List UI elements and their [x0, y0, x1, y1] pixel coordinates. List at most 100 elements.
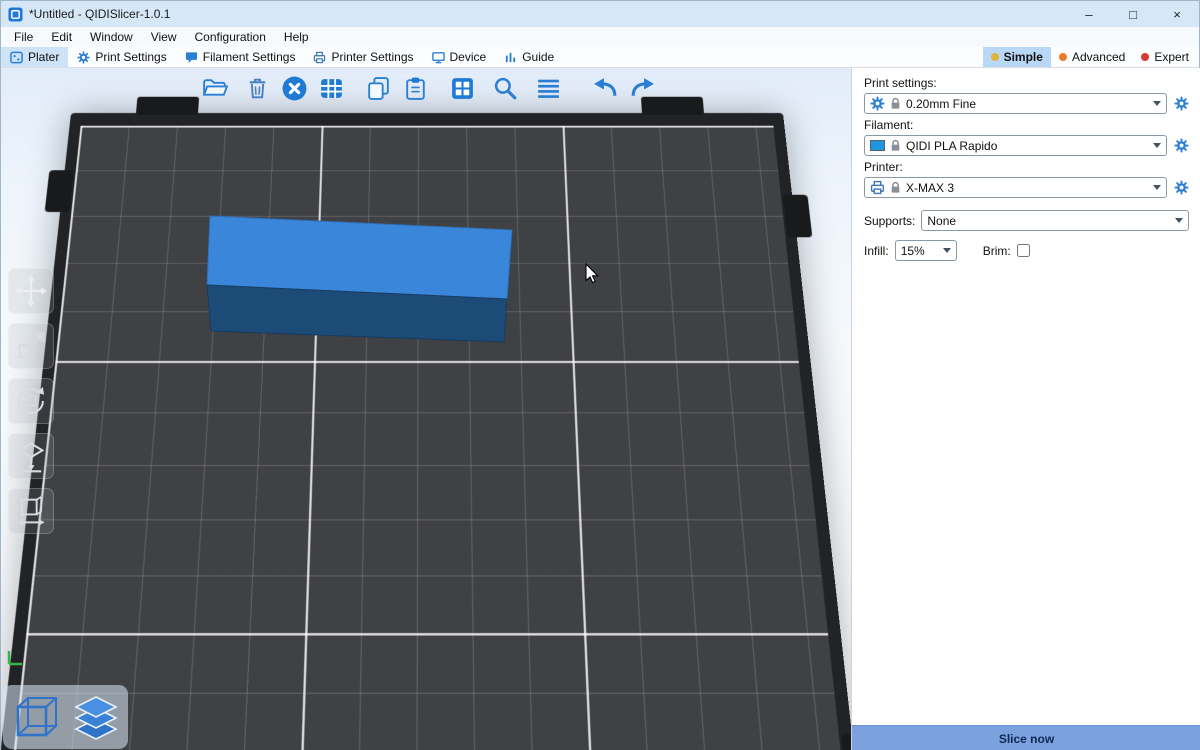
expert-mode-dot-icon: [1141, 53, 1149, 61]
brim-checkbox[interactable]: [1017, 244, 1030, 257]
split-objects-icon: [449, 75, 476, 102]
printer-gear-button[interactable]: [1174, 180, 1189, 195]
arrange-icon: [318, 75, 345, 102]
slice-now-button[interactable]: Slice now: [852, 725, 1200, 750]
delete-all-button[interactable]: [277, 70, 311, 106]
printer-label: Printer:: [864, 160, 1189, 174]
filament-select[interactable]: QIDI PLA Rapido: [864, 135, 1167, 156]
delete-all-icon: [281, 75, 308, 102]
infill-select[interactable]: 15%: [895, 240, 957, 261]
mode-switcher: Simple Advanced Expert: [983, 47, 1199, 67]
3d-viewport[interactable]: [1, 68, 851, 750]
view-toggles: [3, 685, 128, 749]
chevron-down-icon: [1175, 218, 1183, 223]
mode-expert[interactable]: Expert: [1133, 47, 1197, 67]
redo-button[interactable]: [625, 70, 659, 106]
settings-sidebar: Print settings: 0.20mm Fine Filament: QI…: [851, 68, 1200, 750]
printer-value: X-MAX 3: [906, 181, 954, 195]
scale-icon: [14, 329, 48, 363]
brim-label: Brim:: [983, 244, 1011, 258]
plater-icon: [10, 51, 23, 64]
delete-button[interactable]: [240, 70, 274, 106]
supports-row: Supports: None: [864, 210, 1189, 231]
chevron-down-icon: [1153, 185, 1161, 190]
window-title: *Untitled - QIDISlicer-1.0.1: [29, 7, 170, 21]
chevron-down-icon: [1153, 101, 1161, 106]
tab-printer-settings[interactable]: Printer Settings: [304, 47, 422, 67]
open-project-button[interactable]: [197, 70, 231, 106]
preview-layers-view-button[interactable]: [68, 688, 123, 746]
undo-icon: [592, 75, 619, 102]
printer-select[interactable]: X-MAX 3: [864, 177, 1167, 198]
3d-editor-view-button[interactable]: [8, 688, 63, 746]
model-box-top-face[interactable]: [207, 216, 512, 299]
menu-item-edit[interactable]: Edit: [42, 27, 81, 47]
window-controls: – □ ×: [1067, 1, 1199, 27]
app-icon: [8, 7, 23, 22]
undo-button[interactable]: [588, 70, 622, 106]
lock-icon: [890, 181, 901, 194]
tab-guide[interactable]: Guide: [495, 47, 563, 67]
tab-label: Device: [450, 50, 487, 64]
menu-item-view[interactable]: View: [142, 27, 186, 47]
tab-filament-settings[interactable]: Filament Settings: [176, 47, 305, 67]
advanced-mode-dot-icon: [1059, 53, 1067, 61]
mode-advanced[interactable]: Advanced: [1051, 47, 1133, 67]
trash-icon: [244, 75, 271, 102]
infill-row: Infill: 15% Brim:: [864, 240, 1189, 261]
lock-icon: [890, 97, 901, 110]
print-settings-select[interactable]: 0.20mm Fine: [864, 93, 1167, 114]
paste-button[interactable]: [398, 70, 432, 106]
layer-height-icon: [535, 75, 562, 102]
menu-item-file[interactable]: File: [5, 27, 42, 47]
minimize-button[interactable]: –: [1067, 1, 1111, 27]
tab-plater[interactable]: Plater: [1, 47, 68, 67]
copy-icon: [365, 75, 392, 102]
layers-stack-icon: [70, 691, 122, 743]
application-window: *Untitled - QIDISlicer-1.0.1 – □ × File …: [0, 0, 1200, 750]
arrange-button[interactable]: [314, 70, 348, 106]
rotate-icon: [14, 384, 48, 418]
menu-item-configuration[interactable]: Configuration: [186, 27, 275, 47]
paste-icon: [402, 75, 429, 102]
gizmo-toolbar: [8, 268, 54, 534]
supports-select[interactable]: None: [921, 210, 1189, 231]
tab-device[interactable]: Device: [423, 47, 496, 67]
scale-gizmo-button[interactable]: [8, 323, 54, 369]
move-icon: [14, 274, 48, 308]
scene-overlay: [1, 68, 851, 750]
menubar: File Edit Window View Configuration Help: [1, 27, 1199, 47]
filament-gear-button[interactable]: [1174, 138, 1189, 153]
move-gizmo-button[interactable]: [8, 268, 54, 314]
infill-label: Infill:: [864, 244, 889, 258]
device-icon: [432, 51, 445, 64]
place-on-face-icon: [14, 439, 48, 473]
maximize-button[interactable]: □: [1111, 1, 1155, 27]
chevron-down-icon: [1153, 143, 1161, 148]
print-settings-label: Print settings:: [864, 76, 1189, 90]
print-settings-value: 0.20mm Fine: [906, 97, 976, 111]
measure-icon: [14, 494, 48, 528]
split-to-objects-button[interactable]: [445, 70, 479, 106]
viewport-toolbar: [197, 70, 659, 106]
close-button[interactable]: ×: [1155, 1, 1199, 27]
copy-button[interactable]: [361, 70, 395, 106]
search-button[interactable]: [488, 70, 522, 106]
filament-color-swatch: [870, 140, 885, 151]
3d-view-cube-icon: [10, 691, 62, 743]
supports-label: Supports:: [864, 214, 915, 228]
print-settings-row: 0.20mm Fine: [864, 93, 1189, 114]
rotate-gizmo-button[interactable]: [8, 378, 54, 424]
menu-item-window[interactable]: Window: [81, 27, 142, 47]
variable-layer-height-button[interactable]: [531, 70, 565, 106]
printer-icon: [870, 180, 885, 195]
measure-gizmo-button[interactable]: [8, 488, 54, 534]
mode-label: Advanced: [1072, 50, 1125, 64]
tab-print-settings[interactable]: Print Settings: [68, 47, 175, 67]
menu-item-help[interactable]: Help: [275, 27, 318, 47]
main-area: Print settings: 0.20mm Fine Filament: QI…: [1, 68, 1200, 749]
tab-label: Plater: [28, 50, 59, 64]
print-settings-gear-button[interactable]: [1174, 96, 1189, 111]
place-on-face-gizmo-button[interactable]: [8, 433, 54, 479]
mode-simple[interactable]: Simple: [983, 47, 1051, 67]
